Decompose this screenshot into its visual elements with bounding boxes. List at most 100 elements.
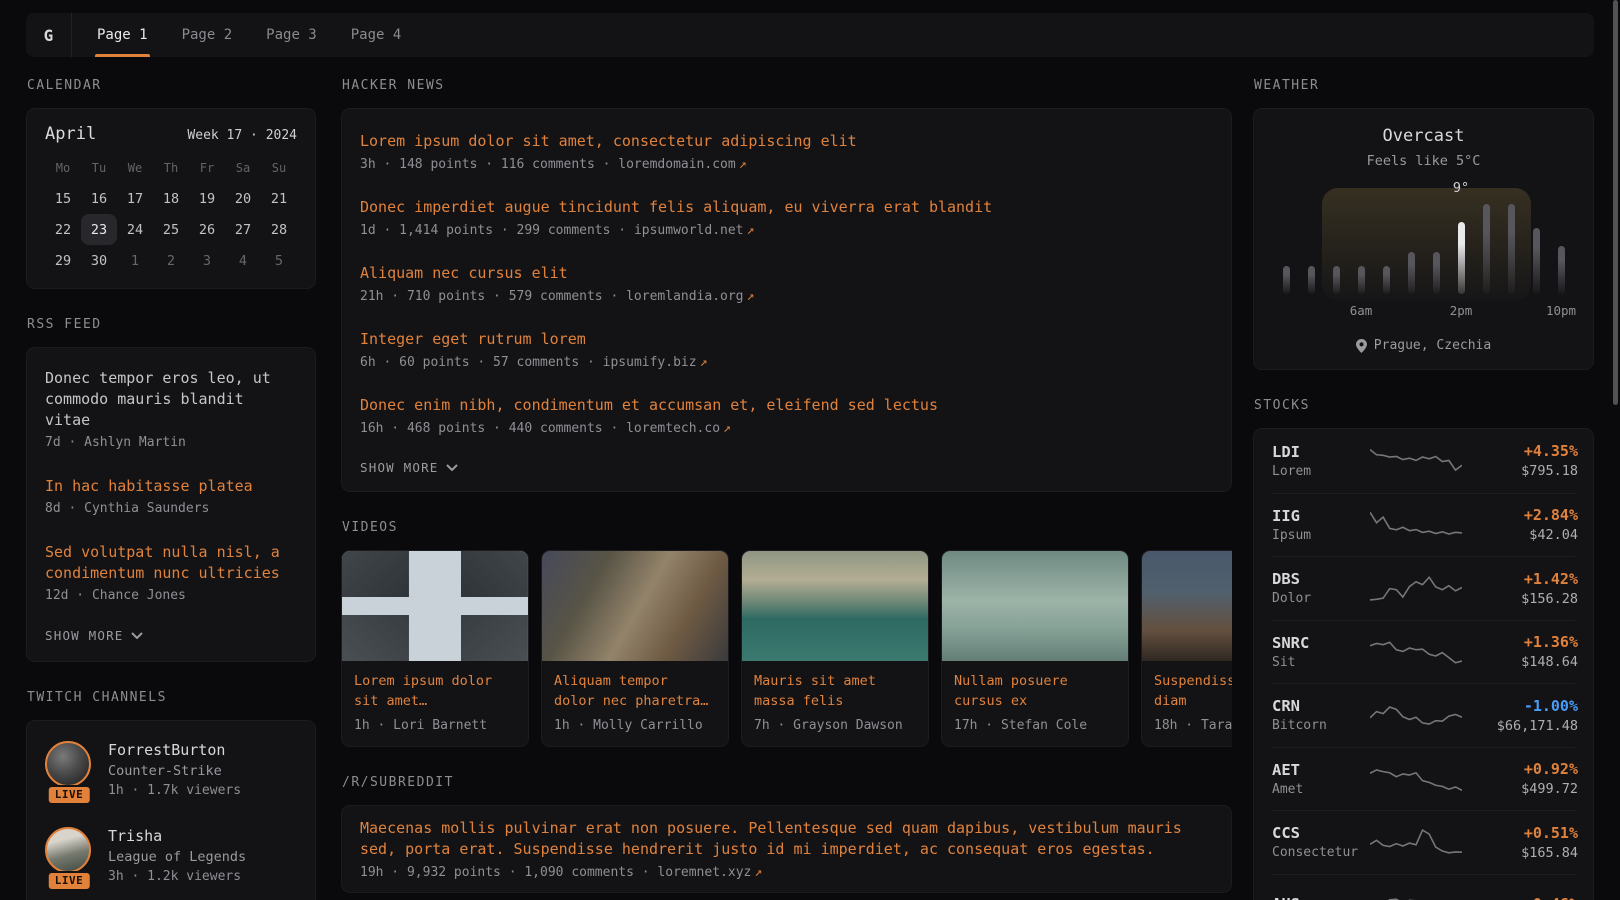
hn-item-meta: 3h · 148 points · 116 comments · loremdo… [360, 157, 1213, 172]
video-meta: 1h · Molly Carrillo [554, 718, 716, 733]
stock-change: +0.46% [1462, 895, 1578, 900]
calendar-weekday: Sa [225, 152, 261, 183]
stock-symbol[interactable]: IIG [1272, 507, 1370, 525]
show-more-label: SHOW MORE [45, 628, 124, 643]
weather-bar [1408, 252, 1415, 294]
subreddit-post-title[interactable]: Maecenas mollis pulvinar erat non posuer… [360, 818, 1213, 860]
video-thumbnail[interactable] [942, 551, 1128, 661]
live-badge: LIVE [47, 871, 92, 891]
video-thumbnail[interactable] [342, 551, 528, 661]
stock-row[interactable]: IIGIpsum +2.84%$42.04 [1272, 493, 1575, 557]
weather-bar [1283, 266, 1290, 294]
stock-symbol[interactable]: SNRC [1272, 634, 1370, 652]
hn-meta-text: 16h · 468 points · 440 comments · [360, 421, 626, 436]
stock-name: Sit [1272, 655, 1370, 670]
hn-item-title[interactable]: Donec imperdiet augue tincidunt felis al… [360, 197, 1213, 218]
hn-item-title[interactable]: Lorem ipsum dolor sit amet, consectetur … [360, 131, 1213, 152]
subreddit-domain-link[interactable]: loremnet.xyz [657, 865, 751, 880]
weather-condition: Overcast [1272, 126, 1575, 146]
scrollbar[interactable] [1613, 0, 1618, 405]
external-link-icon: ↗ [700, 355, 708, 370]
stock-row[interactable]: SNRCSit +1.36%$148.64 [1272, 620, 1575, 684]
calendar-weekday: Th [153, 152, 189, 183]
rss-item-meta: 8d · Cynthia Saunders [45, 501, 297, 516]
video-title[interactable]: Aliquam tempor dolor nec pharetra… [554, 671, 716, 711]
stock-symbol[interactable]: AHS [1272, 895, 1370, 900]
twitch-channel-name[interactable]: Trisha [108, 827, 246, 845]
stock-name: Amet [1272, 782, 1370, 797]
weather-time-labels: 6am2pm10pm [1283, 303, 1565, 319]
hn-domain-link[interactable]: ipsumworld.net [634, 223, 744, 238]
hn-meta-text: 21h · 710 points · 579 comments · [360, 289, 626, 304]
stock-row[interactable]: CCSConsectetur +0.51%$165.84 [1272, 810, 1575, 874]
twitch-channel-row[interactable]: LIVE Trisha League of Legends 3h · 1.2k … [45, 813, 297, 899]
stock-row[interactable]: AETAmet +0.92%$499.72 [1272, 747, 1575, 811]
chevron-down-icon [446, 464, 458, 471]
rss-item-title[interactable]: Donec tempor eros leo, ut commodo mauris… [45, 368, 297, 431]
stock-symbol[interactable]: LDI [1272, 443, 1370, 461]
rss-section-title: RSS FEED [27, 317, 316, 332]
tab-page-3[interactable]: Page 3 [249, 13, 334, 57]
stock-symbol[interactable]: AET [1272, 761, 1370, 779]
hn-domain-link[interactable]: loremdomain.com [618, 157, 735, 172]
video-thumbnail[interactable] [542, 551, 728, 661]
video-thumbnail[interactable] [1142, 551, 1232, 661]
weather-feels-like: Feels like 5°C [1272, 153, 1575, 169]
hn-item: Integer eget rutrum lorem 6h · 60 points… [360, 316, 1213, 382]
hn-item-title[interactable]: Aliquam nec cursus elit [360, 263, 1213, 284]
stock-sparkline [1370, 825, 1462, 859]
hn-domain-link[interactable]: loremtech.co [626, 421, 720, 436]
video-title[interactable]: Nullam posuere cursus ex [954, 671, 1116, 711]
video-card[interactable]: Nullam posuere cursus ex 17h · Stefan Co… [941, 550, 1129, 747]
calendar-day: 22 [45, 214, 81, 245]
twitch-channel-row[interactable]: LIVE ForrestBurton Counter-Strike 1h · 1… [45, 727, 297, 813]
hn-show-more-button[interactable]: SHOW MORE [360, 448, 1213, 489]
stock-row[interactable]: CRNBitcorn -1.00%$66,171.48 [1272, 683, 1575, 747]
stock-name: Bitcorn [1272, 718, 1370, 733]
stock-row[interactable]: AHS +0.46% [1272, 874, 1575, 900]
stock-symbol[interactable]: CRN [1272, 697, 1370, 715]
rss-show-more-button[interactable]: SHOW MORE [45, 616, 297, 657]
hn-item: Donec enim nibh, condimentum et accumsan… [360, 382, 1213, 448]
video-card[interactable]: Aliquam tempor dolor nec pharetra… 1h · … [541, 550, 729, 747]
stock-symbol[interactable]: DBS [1272, 570, 1370, 588]
calendar-weekday: Fr [189, 152, 225, 183]
subreddit-post-meta: 19h · 9,932 points · 1,090 comments · lo… [360, 865, 1213, 880]
stock-sparkline [1370, 571, 1462, 605]
stock-price: $795.18 [1462, 463, 1578, 479]
video-thumbnail[interactable] [742, 551, 928, 661]
video-card[interactable]: Lorem ipsum dolor sit amet consectetu… 1… [341, 550, 529, 747]
stock-symbol[interactable]: CCS [1272, 824, 1370, 842]
rss-item-title[interactable]: In hac habitasse platea [45, 476, 297, 497]
twitch-channel-game: Counter-Strike [108, 763, 241, 779]
video-card[interactable]: Suspendisse diam 18h · Tara [1141, 550, 1232, 747]
hn-meta-text: 1d · 1,414 points · 299 comments · [360, 223, 634, 238]
video-title[interactable]: Lorem ipsum dolor sit amet consectetu… [354, 671, 516, 711]
hn-item-title[interactable]: Donec enim nibh, condimentum et accumsan… [360, 395, 1213, 416]
subreddit-widget: Maecenas mollis pulvinar erat non posuer… [341, 805, 1232, 893]
middle-column: HACKER NEWS Lorem ipsum dolor sit amet, … [341, 70, 1232, 893]
tab-page-2[interactable]: Page 2 [165, 13, 250, 57]
stock-price: $148.64 [1462, 654, 1578, 670]
hn-domain-link[interactable]: loremlandia.org [626, 289, 743, 304]
stock-change: +0.92% [1462, 760, 1578, 778]
stock-row[interactable]: DBSDolor +1.42%$156.28 [1272, 556, 1575, 620]
video-meta: 7h · Grayson Dawson [754, 718, 916, 733]
stock-sparkline [1370, 762, 1462, 796]
hn-meta-text: 6h · 60 points · 57 comments · [360, 355, 603, 370]
rss-item-title[interactable]: Sed volutpat nulla nisl, a condimentum n… [45, 542, 297, 584]
hn-domain-link[interactable]: ipsumify.biz [603, 355, 697, 370]
hn-item-title[interactable]: Integer eget rutrum lorem [360, 329, 1213, 350]
hn-item-meta: 21h · 710 points · 579 comments · loreml… [360, 289, 1213, 304]
video-card[interactable]: Mauris sit amet massa felis 7h · Grayson… [741, 550, 929, 747]
tab-page-1[interactable]: Page 1 [80, 13, 165, 57]
video-title[interactable]: Mauris sit amet massa felis [754, 671, 916, 711]
stock-price: $156.28 [1462, 591, 1578, 607]
stock-row[interactable]: LDILorem +4.35%$795.18 [1272, 429, 1575, 493]
twitch-channel-name[interactable]: ForrestBurton [108, 741, 241, 759]
calendar-week-year: Week 17 · 2024 [187, 128, 297, 143]
tab-page-4[interactable]: Page 4 [334, 13, 419, 57]
rss-item-meta: 12d · Chance Jones [45, 588, 297, 603]
stock-price: $42.04 [1462, 527, 1578, 543]
video-title[interactable]: Suspendisse diam [1154, 671, 1232, 711]
